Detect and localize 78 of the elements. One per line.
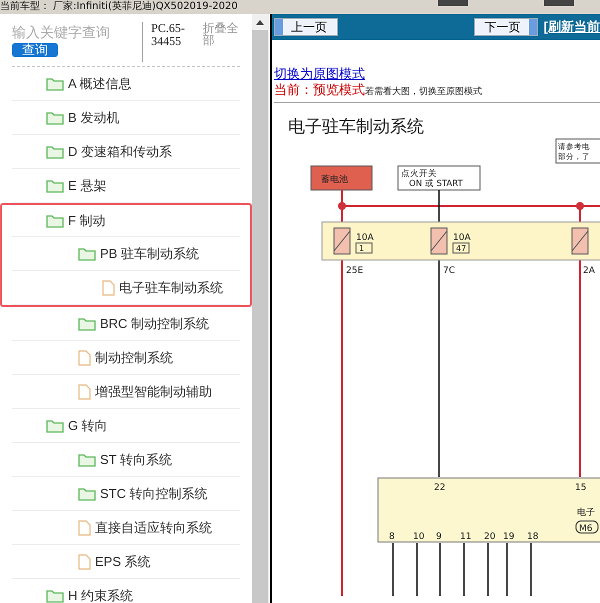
document-icon [78,350,91,366]
tree-item[interactable]: H 约束系统 [0,579,252,603]
pin-number: 10 [413,532,424,542]
fuse-symbol [430,228,448,254]
tree-item[interactable]: BRC 制动控制系统 [0,307,252,341]
tree-item[interactable]: 增强型智能制动辅助 [0,375,252,409]
folder-icon [78,452,96,466]
vehicle-info: 当前车型： 厂家:Infiniti(英菲尼迪)QX502019-2020 [0,2,238,12]
ignition-label: 点火开关 [401,169,437,179]
wire [506,543,508,596]
battery-box [310,166,372,190]
pin-number: 19 [503,532,514,542]
folder-icon [78,486,96,500]
folder-icon [78,316,96,330]
folder-icon [78,246,96,260]
pin-number: 11 [460,532,472,542]
document-icon [78,384,91,400]
pin-number: 8 [389,532,395,542]
pin-number: 9 [436,532,442,542]
fuse-symbol [572,228,588,254]
folder-icon [46,588,64,602]
scrollbar[interactable] [252,14,268,603]
folder-icon [46,214,64,228]
terminal-label: 7C [443,266,456,276]
mode-hint: 若需看大图，切换至原图模式 [365,85,482,98]
wire [530,543,532,596]
prev-page-button[interactable]: 上一页 [274,18,338,36]
tree-item[interactable]: ST 转向系统 [0,443,252,477]
fuse-rating: 10A [453,233,471,243]
tree-item[interactable]: A 概述信息 [0,67,252,101]
folder-icon [46,418,64,432]
wire [487,543,489,596]
tree-item[interactable]: D 变速箱和传动系 [0,135,252,169]
search-button[interactable]: 查询 [12,43,58,57]
pin-number: 22 [434,483,446,493]
folder-icon [46,178,64,192]
fuse-number: 1 [356,242,372,254]
module-label: 电子 [577,508,595,518]
tree-item[interactable]: E 悬架 [0,169,252,203]
tree-item[interactable]: G 转向 [0,409,252,443]
mode-status: 当前：预览模式 [274,82,365,98]
fuse-rating: 10A [356,233,374,243]
tree-item[interactable]: F 制动 [0,203,252,237]
next-page-button[interactable]: 下一页 [474,18,538,36]
terminal-label: 2A [583,266,595,276]
tree-item[interactable]: 直接自适应转向系统 [0,511,252,545]
folder-icon [46,144,64,158]
document-icon [102,280,115,296]
document-icon [78,554,91,570]
pin-number: 15 [575,483,586,493]
tree-item[interactable]: EPS 系统 [0,545,252,579]
refresh-link[interactable]: [刷新当前 [544,17,600,37]
fuse-symbol [334,228,350,254]
wire [463,543,465,596]
toolbar-button[interactable] [438,0,468,6]
folder-icon [46,76,64,90]
folder-icon [46,110,64,124]
pin-number: 20 [484,532,496,542]
terminal-label: 25E [346,266,364,276]
pin-number: 18 [527,532,538,542]
wire [439,543,441,596]
module-code: M6 [576,520,598,534]
mode-switch-link[interactable]: 切换为原图模式 [274,66,600,82]
code-text: PC.65-34455 [151,22,186,48]
scroll-up-arrow-icon[interactable] [256,20,264,24]
toolbar-button[interactable] [544,0,574,6]
diagram-title: 电子驻车制动系统 [288,117,424,137]
tree-item[interactable]: B 发动机 [0,101,252,135]
search-field[interactable]: 输入关键字查询 [12,22,132,43]
wire [392,543,394,596]
document-icon [78,520,91,536]
ignition-label: ON 或 START [409,179,463,189]
battery-label: 蓄电池 [321,175,348,185]
tree-item[interactable]: STC 转向控制系统 [0,477,252,511]
tree-item[interactable]: 电子驻车制动系统 [0,271,252,307]
tree-item[interactable]: 制动控制系统 [0,341,252,375]
fuse-number: 47 [452,242,470,254]
wire [416,543,418,596]
